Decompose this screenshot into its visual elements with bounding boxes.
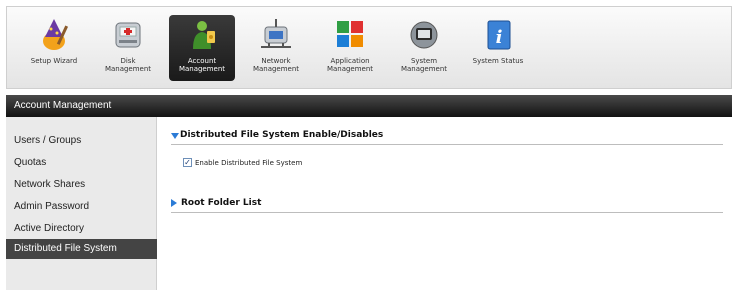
section-divider — [171, 144, 723, 145]
sidebar-item-distributed-file-system[interactable]: Distributed File System — [6, 239, 157, 259]
toolbar-system-status[interactable]: i System Status — [465, 15, 531, 81]
toolbar-network-management[interactable]: Network Management — [243, 15, 309, 81]
toolbar-label: Disk Management — [104, 57, 152, 73]
disk-icon — [115, 22, 141, 48]
application-icon — [337, 21, 363, 47]
dfs-section-title[interactable]: Distributed File System Enable/Disables — [180, 130, 383, 140]
toolbar-label: Setup Wizard — [30, 57, 78, 65]
toolbar-application-management[interactable]: Application Management — [317, 15, 383, 81]
svg-text:i: i — [496, 27, 503, 48]
wizard-icon — [43, 19, 69, 50]
expand-arrow-icon[interactable] — [171, 133, 179, 139]
toolbar-label: System Management — [400, 57, 448, 73]
top-toolbar: Setup Wizard Disk Management Account Man… — [6, 6, 732, 89]
toolbar-disk-management[interactable]: Disk Management — [95, 15, 161, 81]
sidebar-item-network-shares[interactable]: Network Shares — [6, 175, 157, 195]
toolbar-setup-wizard[interactable]: Setup Wizard — [21, 15, 87, 81]
network-icon — [261, 19, 291, 48]
toolbar-label: Application Management — [326, 57, 374, 73]
toolbar-label: System Status — [472, 57, 524, 65]
section-divider — [171, 212, 723, 213]
root-folder-section-title[interactable]: Root Folder List — [181, 198, 261, 208]
sidebar-item-users-groups[interactable]: Users / Groups — [6, 131, 157, 151]
account-icon — [193, 21, 215, 49]
enable-dfs-checkbox[interactable]: ✓ — [183, 158, 192, 167]
info-icon: i — [487, 20, 511, 50]
toolbar-account-management[interactable]: Account Management — [169, 15, 235, 81]
toolbar-label: Network Management — [252, 57, 300, 73]
toolbar-label: Account Management — [178, 57, 226, 73]
sidebar-item-quotas[interactable]: Quotas — [6, 153, 157, 173]
sidebar-item-active-directory[interactable]: Active Directory — [6, 219, 157, 239]
system-icon — [410, 21, 438, 49]
sidebar-item-admin-password[interactable]: Admin Password — [6, 197, 157, 217]
section-title: Account Management — [14, 100, 112, 111]
enable-dfs-label: Enable Distributed File System — [195, 159, 303, 167]
main-content: Distributed File System Enable/Disables … — [157, 117, 732, 290]
collapse-arrow-icon[interactable] — [171, 199, 177, 207]
toolbar-system-management[interactable]: System Management — [391, 15, 457, 81]
section-band: Account Management — [6, 95, 732, 117]
sidebar: Users / Groups Quotas Network Shares Adm… — [6, 117, 157, 290]
